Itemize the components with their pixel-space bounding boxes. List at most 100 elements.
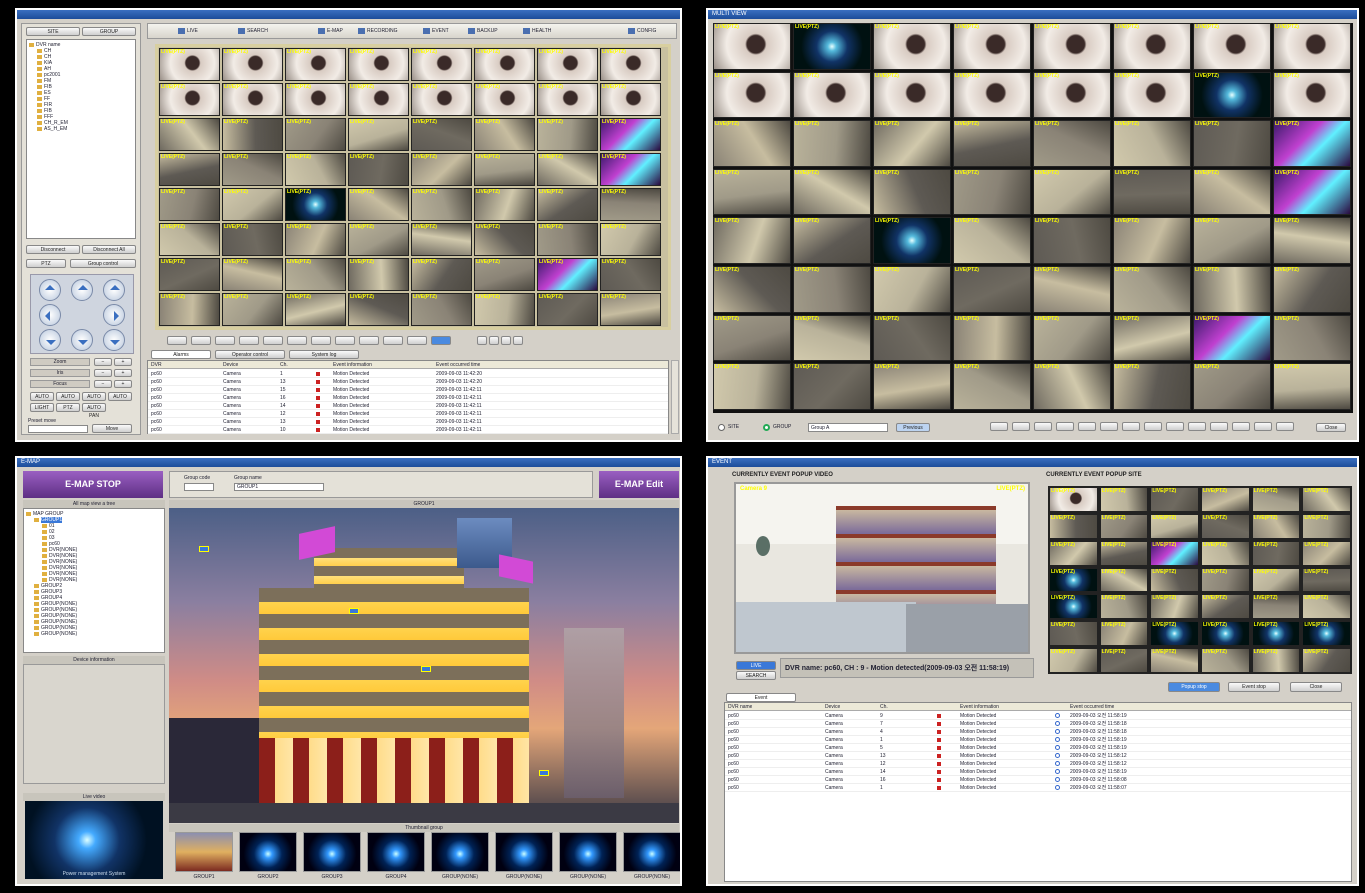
tree-item[interactable]: AS_H_EM bbox=[29, 126, 133, 132]
camera-tile[interactable]: LIVE(PTZ) bbox=[1033, 168, 1111, 216]
toolbar-health-button[interactable]: HEALTH bbox=[523, 27, 551, 36]
camera-tile[interactable]: LIVE(PTZ) bbox=[1251, 487, 1301, 512]
view-control-button[interactable] bbox=[513, 336, 523, 345]
split-layout-button[interactable] bbox=[167, 336, 187, 345]
camera-tile[interactable]: LIVE(PTZ) bbox=[222, 48, 283, 81]
camera-tile[interactable]: LIVE(PTZ) bbox=[953, 314, 1031, 362]
camera-tile[interactable]: LIVE(PTZ) bbox=[1193, 363, 1271, 410]
camera-tile[interactable]: LIVE(PTZ) bbox=[474, 118, 535, 151]
camera-tile[interactable]: LIVE(PTZ) bbox=[285, 153, 346, 186]
camera-tile[interactable]: LIVE(PTZ) bbox=[474, 153, 535, 186]
camera-tile[interactable]: LIVE(PTZ) bbox=[1201, 487, 1250, 512]
camera-tile[interactable]: LIVE(PTZ) bbox=[1099, 487, 1149, 512]
tab-group[interactable]: GROUP bbox=[82, 27, 136, 36]
split-layout-button[interactable] bbox=[1034, 422, 1052, 431]
table-row[interactable]: pc60 Camera 10 Motion Detected 2009-09-03 11… bbox=[148, 426, 668, 434]
event-scrollbar[interactable] bbox=[671, 360, 679, 434]
split-layout-button[interactable] bbox=[1188, 422, 1206, 431]
camera-tile[interactable]: LIVE(PTZ) bbox=[1049, 487, 1098, 512]
camera-tile[interactable]: LIVE(PTZ) bbox=[159, 293, 220, 326]
camera-tile[interactable]: LIVE(PTZ) bbox=[713, 71, 791, 119]
camera-tile[interactable]: LIVE(PTZ) bbox=[348, 83, 409, 116]
camera-tile[interactable]: LIVE(PTZ) bbox=[1049, 648, 1098, 673]
split-layout-button[interactable] bbox=[263, 336, 283, 345]
camera-tile[interactable]: LIVE(PTZ) bbox=[1193, 217, 1271, 264]
camera-tile[interactable]: LIVE(PTZ) bbox=[1251, 621, 1301, 647]
camera-tile[interactable]: LIVE(PTZ) bbox=[873, 168, 951, 216]
group-radio[interactable] bbox=[763, 424, 770, 431]
table-row[interactable]: pc60 Camera 16 Motion Detected 2009-09-03 오전… bbox=[725, 776, 1351, 784]
camera-tile[interactable]: LIVE(PTZ) bbox=[1113, 71, 1191, 119]
camera-tile[interactable]: LIVE(PTZ) bbox=[348, 118, 409, 151]
preset-select[interactable] bbox=[28, 425, 88, 433]
split-layout-button[interactable] bbox=[1254, 422, 1272, 431]
ptz-minus-button[interactable]: − bbox=[94, 380, 112, 388]
camera-tile[interactable]: LIVE(PTZ) bbox=[1113, 23, 1191, 70]
split-layout-button[interactable] bbox=[1012, 422, 1030, 431]
toolbar-search-button[interactable]: SEARCH bbox=[238, 27, 268, 36]
camera-tile[interactable]: LIVE(PTZ) bbox=[537, 83, 598, 116]
group-code-input[interactable] bbox=[184, 483, 214, 491]
table-row[interactable]: pc60 Camera 16 Motion Detected 2009-09-03 11… bbox=[148, 394, 668, 402]
camera-tile[interactable]: LIVE(PTZ) bbox=[1150, 567, 1199, 593]
camera-tile[interactable]: LIVE(PTZ) bbox=[474, 83, 535, 116]
split-layout-button[interactable] bbox=[383, 336, 403, 345]
split-layout-button[interactable] bbox=[1078, 422, 1096, 431]
ptz-up-left-button[interactable] bbox=[39, 279, 61, 301]
camera-tile[interactable]: LIVE(PTZ) bbox=[1201, 540, 1250, 566]
camera-tile[interactable]: LIVE(PTZ) bbox=[285, 223, 346, 256]
camera-tile[interactable]: LIVE(PTZ) bbox=[600, 48, 661, 81]
split-layout-button[interactable] bbox=[1122, 422, 1140, 431]
camera-tile[interactable]: LIVE(PTZ) bbox=[873, 363, 951, 410]
ptz-up-button[interactable] bbox=[71, 279, 93, 301]
camera-tile[interactable]: LIVE(PTZ) bbox=[1193, 71, 1271, 119]
camera-tile[interactable]: LIVE(PTZ) bbox=[537, 153, 598, 186]
split-layout-button[interactable] bbox=[1232, 422, 1250, 431]
camera-tile[interactable]: LIVE(PTZ) bbox=[1033, 217, 1111, 264]
split-layout-button[interactable] bbox=[191, 336, 211, 345]
table-row[interactable]: pc60 Camera 13 Motion Detected 2009-09-03 11… bbox=[148, 418, 668, 426]
tab-operator-control[interactable]: Operator control bbox=[215, 350, 285, 359]
split-layout-button[interactable] bbox=[431, 336, 451, 345]
ptz-plus-button[interactable]: + bbox=[114, 369, 132, 377]
camera-tile[interactable]: LIVE(PTZ) bbox=[411, 118, 472, 151]
ptz-function-button[interactable]: AUTO PAN bbox=[82, 403, 106, 419]
camera-tile[interactable]: LIVE(PTZ) bbox=[953, 266, 1031, 313]
camera-tile[interactable]: LIVE(PTZ) bbox=[713, 120, 791, 167]
camera-tile[interactable]: LIVE(PTZ) bbox=[1049, 513, 1098, 539]
tab-site[interactable]: SITE bbox=[26, 27, 80, 36]
tab-group-control[interactable]: Group control bbox=[70, 259, 136, 268]
camera-tile[interactable]: LIVE(PTZ) bbox=[1302, 594, 1351, 620]
camera-tile[interactable]: LIVE(PTZ) bbox=[411, 48, 472, 81]
split-layout-button[interactable] bbox=[335, 336, 355, 345]
event-stop-button[interactable]: Event stop bbox=[1228, 682, 1280, 692]
camera-tile[interactable]: LIVE(PTZ) bbox=[793, 363, 871, 410]
camera-tile[interactable]: LIVE(PTZ) bbox=[1193, 168, 1271, 216]
camera-tile[interactable]: LIVE(PTZ) bbox=[600, 153, 661, 186]
camera-tile[interactable]: LIVE(PTZ) bbox=[1113, 266, 1191, 313]
camera-tile[interactable]: LIVE(PTZ) bbox=[793, 23, 871, 70]
table-row[interactable]: pc60 Camera 12 Motion Detected 2009-09-03 오전… bbox=[725, 760, 1351, 768]
camera-tile[interactable]: LIVE(PTZ) bbox=[537, 118, 598, 151]
camera-tile[interactable]: LIVE(PTZ) bbox=[348, 48, 409, 81]
group-thumbnail[interactable]: GROUP(NONE) bbox=[559, 824, 617, 884]
camera-tile[interactable]: LIVE(PTZ) bbox=[873, 120, 951, 167]
toolbar-live-button[interactable]: LIVE bbox=[178, 27, 198, 36]
ptz-function-button[interactable]: AUTO bbox=[82, 392, 106, 401]
camera-tile[interactable]: LIVE(PTZ) bbox=[953, 217, 1031, 264]
table-row[interactable]: pc60 Camera 9 Motion Detected 2009-09-03 오전 … bbox=[725, 712, 1351, 720]
table-row[interactable]: pc60 Camera 13 Motion Detected 2009-09-03 오전… bbox=[725, 752, 1351, 760]
camera-tile[interactable]: LIVE(PTZ) bbox=[1193, 314, 1271, 362]
camera-tile[interactable]: LIVE(PTZ) bbox=[1033, 120, 1111, 167]
toolbar-e-map-button[interactable]: E-MAP bbox=[318, 27, 343, 36]
camera-tile[interactable]: LIVE(PTZ) bbox=[873, 217, 951, 264]
camera-tile[interactable]: LIVE(PTZ) bbox=[1033, 23, 1111, 70]
camera-tile[interactable]: LIVE(PTZ) bbox=[793, 168, 871, 216]
table-row[interactable]: pc60 Camera 1 Motion Detected 2009-09-03 오전 … bbox=[725, 784, 1351, 792]
camera-tile[interactable]: LIVE(PTZ) bbox=[222, 223, 283, 256]
camera-tile[interactable]: LIVE(PTZ) bbox=[713, 266, 791, 313]
camera-tile[interactable]: LIVE(PTZ) bbox=[1150, 621, 1199, 647]
camera-tile[interactable]: LIVE(PTZ) bbox=[222, 258, 283, 291]
ptz-right-button[interactable] bbox=[103, 304, 125, 326]
ptz-minus-button[interactable]: − bbox=[94, 358, 112, 366]
